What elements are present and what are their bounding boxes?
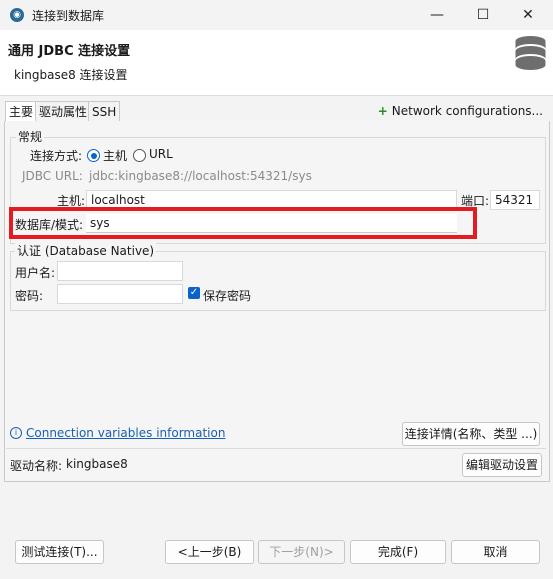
highlight-box (9, 207, 477, 239)
connect-method-label: 连接方式: (30, 149, 83, 163)
tab-main[interactable]: 主要 (5, 101, 38, 123)
dialog-header: 通用 JDBC 连接设置 kingbase8 连接设置 (0, 30, 553, 96)
radio-url[interactable] (133, 149, 146, 162)
finish-button[interactable]: 完成(F) (350, 540, 446, 564)
username-input[interactable] (57, 261, 183, 281)
app-icon: ◉ (10, 8, 24, 22)
port-input[interactable]: 54321 (490, 190, 540, 210)
network-configurations-label: Network configurations... (391, 104, 543, 118)
test-connection-button[interactable]: 测试连接(T)... (15, 540, 104, 564)
auth-group-label: 认证 (Database Native) (15, 242, 157, 259)
edit-driver-button[interactable]: 编辑驱动设置 (462, 453, 542, 477)
radio-host-label[interactable]: 主机 (103, 147, 127, 164)
password-input[interactable] (57, 284, 183, 304)
cancel-button[interactable]: 取消 (451, 540, 540, 564)
driver-name-label: 驱动名称: (10, 459, 63, 473)
general-group-label: 常规 (16, 128, 45, 145)
username-label: 用户名: (15, 266, 56, 280)
close-button[interactable]: ✕ (505, 0, 551, 30)
header-subtitle: kingbase8 连接设置 (14, 68, 128, 82)
jdbc-url-label: JDBC URL: (22, 169, 83, 183)
header-title: 通用 JDBC 连接设置 (8, 44, 131, 59)
database-icon (515, 36, 546, 70)
radio-host[interactable] (87, 149, 100, 162)
network-configurations-button[interactable]: + Network configurations... (378, 104, 543, 118)
info-icon: i (10, 427, 22, 439)
tab-ssh[interactable]: SSH (88, 101, 121, 122)
separator (6, 448, 546, 449)
title-bar: ◉ 连接到数据库 — ☐ ✕ (0, 0, 553, 30)
driver-name-value: kingbase8 (66, 457, 128, 471)
save-password-label[interactable]: 保存密码 (203, 287, 251, 304)
window-title: 连接到数据库 (32, 9, 105, 23)
next-button[interactable]: 下一步(N)> (258, 540, 345, 564)
plus-icon: + (377, 104, 388, 118)
connection-variables-link[interactable]: Connection variables information (26, 426, 225, 440)
tab-driver-properties[interactable]: 驱动属性 (35, 101, 92, 122)
radio-url-label[interactable]: URL (149, 147, 173, 161)
save-password-checkbox[interactable]: ✓ (188, 287, 200, 299)
back-button[interactable]: <上一步(B) (165, 540, 254, 564)
maximize-button[interactable]: ☐ (460, 0, 506, 30)
jdbc-url-value: jdbc:kingbase8://localhost:54321/sys (89, 169, 312, 183)
connection-details-button[interactable]: 连接详情(名称、类型 ...) (402, 422, 540, 446)
minimize-button[interactable]: — (414, 0, 460, 30)
password-label: 密码: (15, 289, 44, 303)
